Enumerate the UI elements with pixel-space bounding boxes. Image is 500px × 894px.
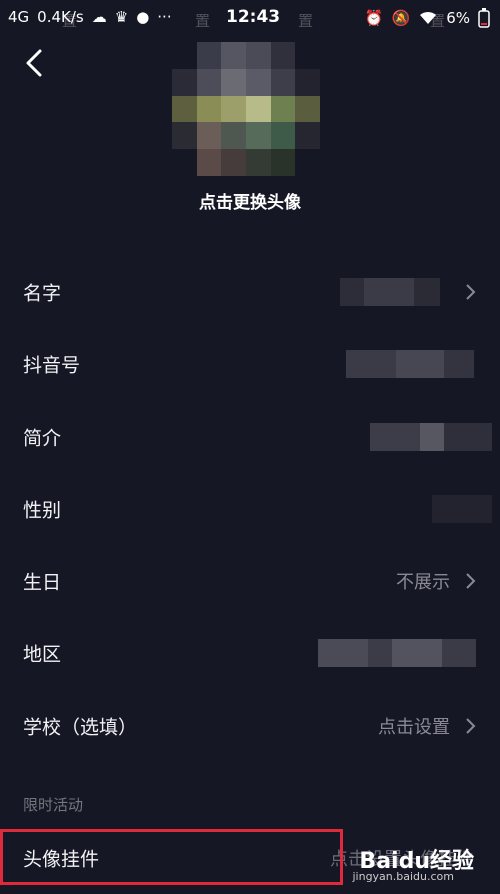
blurred-value	[370, 423, 492, 451]
profile-row-name[interactable]: 名字	[0, 256, 500, 328]
watermark-char: 置	[62, 12, 78, 30]
blurred-value	[318, 639, 476, 667]
chevron-right-icon	[466, 718, 476, 734]
blurred-value	[340, 278, 440, 306]
back-icon	[26, 49, 42, 77]
chevron-right-icon	[466, 573, 476, 589]
row-value: 不展示	[396, 572, 450, 593]
baidu-site: jingyan.baidu.com	[352, 870, 454, 883]
row-value: 点击设置	[378, 717, 450, 738]
profile-row-region[interactable]: 地区	[0, 617, 500, 689]
chevron-right-icon	[466, 284, 476, 300]
blurred-value	[432, 495, 492, 523]
highlight-box	[0, 829, 343, 885]
back-button[interactable]	[18, 46, 50, 80]
row-label: 生日	[23, 571, 62, 594]
watermark-row: 置 置 置 置	[0, 10, 500, 32]
row-label: 性别	[23, 499, 62, 522]
row-label: 抖音号	[23, 354, 81, 377]
watermark-char: 置	[195, 12, 211, 30]
section-title: 限时活动	[23, 796, 84, 814]
watermark-char: 置	[430, 12, 446, 30]
row-label: 学校（选填）	[23, 716, 138, 739]
profile-row-birthday[interactable]: 生日 不展示	[0, 545, 500, 617]
row-label: 简介	[23, 427, 62, 450]
row-label: 地区	[23, 643, 62, 666]
watermark-char: 置	[298, 12, 314, 30]
profile-row-douyin-id[interactable]: 抖音号	[0, 328, 500, 400]
profile-row-school[interactable]: 学校（选填） 点击设置	[0, 690, 500, 762]
row-label: 名字	[23, 282, 62, 305]
profile-row-bio[interactable]: 简介	[0, 401, 500, 473]
profile-row-gender[interactable]: 性别	[0, 473, 500, 545]
blurred-value	[346, 350, 474, 378]
change-avatar-label[interactable]: 点击更换头像	[0, 188, 500, 213]
avatar[interactable]	[172, 42, 320, 176]
